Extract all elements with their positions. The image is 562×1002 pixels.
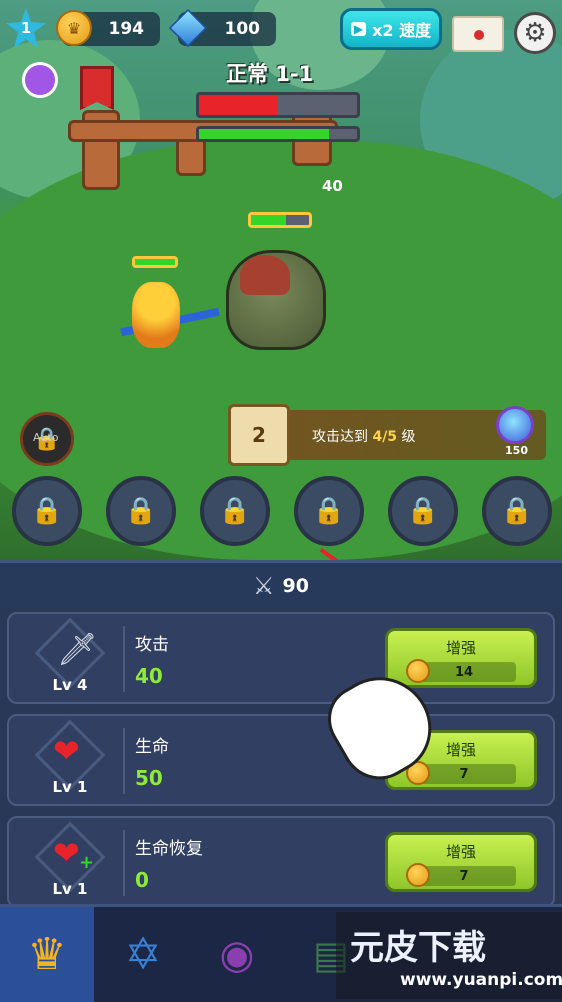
coin-icon	[406, 659, 430, 683]
hero-health-bar	[132, 256, 178, 268]
gem-reward-icon	[496, 406, 534, 444]
quest-progress: 4/5	[372, 429, 398, 445]
player-level: 1	[20, 19, 32, 37]
tab-pets-locked[interactable]: ◉	[190, 907, 284, 1002]
heart-icon: ❤	[53, 732, 80, 770]
gem-amount: 100	[224, 19, 261, 39]
coin-icon: ♛	[56, 10, 92, 46]
background-grass	[0, 140, 562, 560]
upgrade-button[interactable]: 增强 14	[385, 628, 537, 688]
watermark-url: www.yuanpi.com	[400, 970, 562, 990]
hero-character	[132, 282, 180, 348]
stat-value: 40	[135, 664, 163, 688]
lock-icon: 🔒	[124, 496, 158, 526]
battle-scene: 正常 1-1 40 🔒 Auto 2 攻击达到 4/5 级 150 🔒 🔒 🔒 …	[0, 0, 562, 560]
skill-slot-locked[interactable]: 🔒	[200, 476, 270, 546]
speed-label: x2 速度	[372, 21, 432, 40]
mail-seal-icon	[474, 30, 484, 40]
stat-value: 50	[135, 766, 163, 790]
upgrade-button[interactable]: 增强 7	[385, 832, 537, 892]
auto-label: Auto	[33, 431, 59, 444]
gem-counter[interactable]: 100	[168, 8, 276, 48]
lock-icon: 🔒	[218, 496, 252, 526]
stat-icon-area: 🗡 Lv 4	[25, 617, 115, 698]
stage-timer-bar	[196, 126, 360, 142]
watermark: 元皮下载 www.yuanpi.com	[336, 912, 562, 999]
tab-hero[interactable]: ♛	[0, 907, 94, 1002]
boss-health-fill	[199, 95, 278, 115]
upgrade-card-regen: ❤ + Lv 1 生命恢复 0 增强 7	[7, 816, 555, 908]
wave-count: 40	[322, 177, 343, 195]
hero-health-fill	[135, 259, 175, 265]
quest-banner[interactable]: 2 攻击达到 4/5 级 150	[228, 404, 546, 466]
watermark-title: 元皮下载	[350, 928, 486, 968]
monster-health-bar	[248, 212, 312, 228]
boss-health-bar	[196, 92, 360, 118]
coin-counter[interactable]: ♛ 194	[56, 10, 160, 46]
coin-icon	[406, 863, 430, 887]
quest-reward-amount: 150	[505, 444, 528, 457]
skill-slot-locked[interactable]: 🔒	[12, 476, 82, 546]
lock-icon: 🔒	[406, 496, 440, 526]
upgrade-panel: 🗡 Lv 4 攻击 40 增强 14 ❤ Lv 1 生命 50 增强 7 ❤ +…	[0, 608, 562, 908]
mail-button[interactable]	[452, 16, 504, 52]
skill-slot-locked[interactable]: 🔒	[482, 476, 552, 546]
video-icon: ▶	[350, 22, 367, 36]
settings-button[interactable]: ⚙	[514, 12, 556, 54]
upgrade-card-attack: 🗡 Lv 4 攻击 40 增强 14	[7, 612, 555, 704]
speed-button[interactable]: ▶ x2 速度	[340, 8, 442, 50]
gear-icon: ⚙	[523, 18, 547, 48]
skill-slot-locked[interactable]: 🔒	[106, 476, 176, 546]
upgrade-label: 增强	[445, 639, 476, 657]
power-value: 90	[282, 574, 309, 597]
sword-icon: ⚔	[253, 571, 275, 600]
skill-slot-locked[interactable]: 🔒	[294, 476, 364, 546]
top-bar: 1 ♛ 194 100 ▶ x2 速度 ⚙	[0, 8, 562, 54]
card-divider	[123, 626, 125, 692]
stat-name: 生命恢复	[135, 839, 203, 859]
orc-hood	[240, 255, 290, 295]
upgrade-card-health: ❤ Lv 1 生命 50 增强 7	[7, 714, 555, 806]
stat-level: Lv 1	[52, 778, 88, 796]
stage-timer-fill	[199, 129, 329, 139]
helmet-icon: ♛	[27, 929, 67, 980]
tab-skills-locked[interactable]: ✡	[96, 907, 190, 1002]
upgrade-label: 增强	[445, 843, 476, 861]
gem-icon	[168, 8, 208, 48]
sword-icon: 🗡	[57, 630, 98, 668]
quest-text-prefix: 攻击达到	[312, 429, 368, 445]
star-lock-icon: ✡	[124, 929, 162, 980]
skill-slot-locked[interactable]: 🔒	[388, 476, 458, 546]
stat-name: 生命	[135, 737, 169, 757]
lock-icon: 🔒	[500, 496, 534, 526]
coin-amount: 194	[108, 19, 145, 39]
stat-name: 攻击	[135, 635, 169, 655]
card-divider	[123, 728, 125, 794]
monster-lock-icon: ◉	[219, 931, 255, 978]
lock-icon: 🔒	[30, 496, 64, 526]
monster-health-fill	[251, 215, 286, 225]
stat-level: Lv 4	[52, 676, 88, 694]
stat-icon-area: ❤ + Lv 1	[25, 821, 115, 902]
plus-icon: +	[79, 852, 95, 873]
hero-video-badge[interactable]	[22, 62, 58, 98]
stage-title: 正常 1-1	[226, 62, 314, 86]
card-divider	[123, 830, 125, 896]
quest-scroll: 2	[228, 404, 290, 466]
quest-text: 攻击达到 4/5 级	[312, 426, 416, 446]
heart-plus-icon: ❤	[53, 834, 80, 872]
player-level-star[interactable]: 1	[6, 8, 46, 48]
quest-text-suffix: 级	[401, 429, 416, 445]
lock-icon: 🔒	[312, 496, 346, 526]
stat-value: 0	[135, 868, 149, 892]
power-header: ⚔ 90	[0, 560, 562, 608]
stat-icon-area: ❤ Lv 1	[25, 719, 115, 800]
auto-button[interactable]: 🔒 Auto	[20, 412, 74, 466]
stat-level: Lv 1	[52, 880, 88, 898]
